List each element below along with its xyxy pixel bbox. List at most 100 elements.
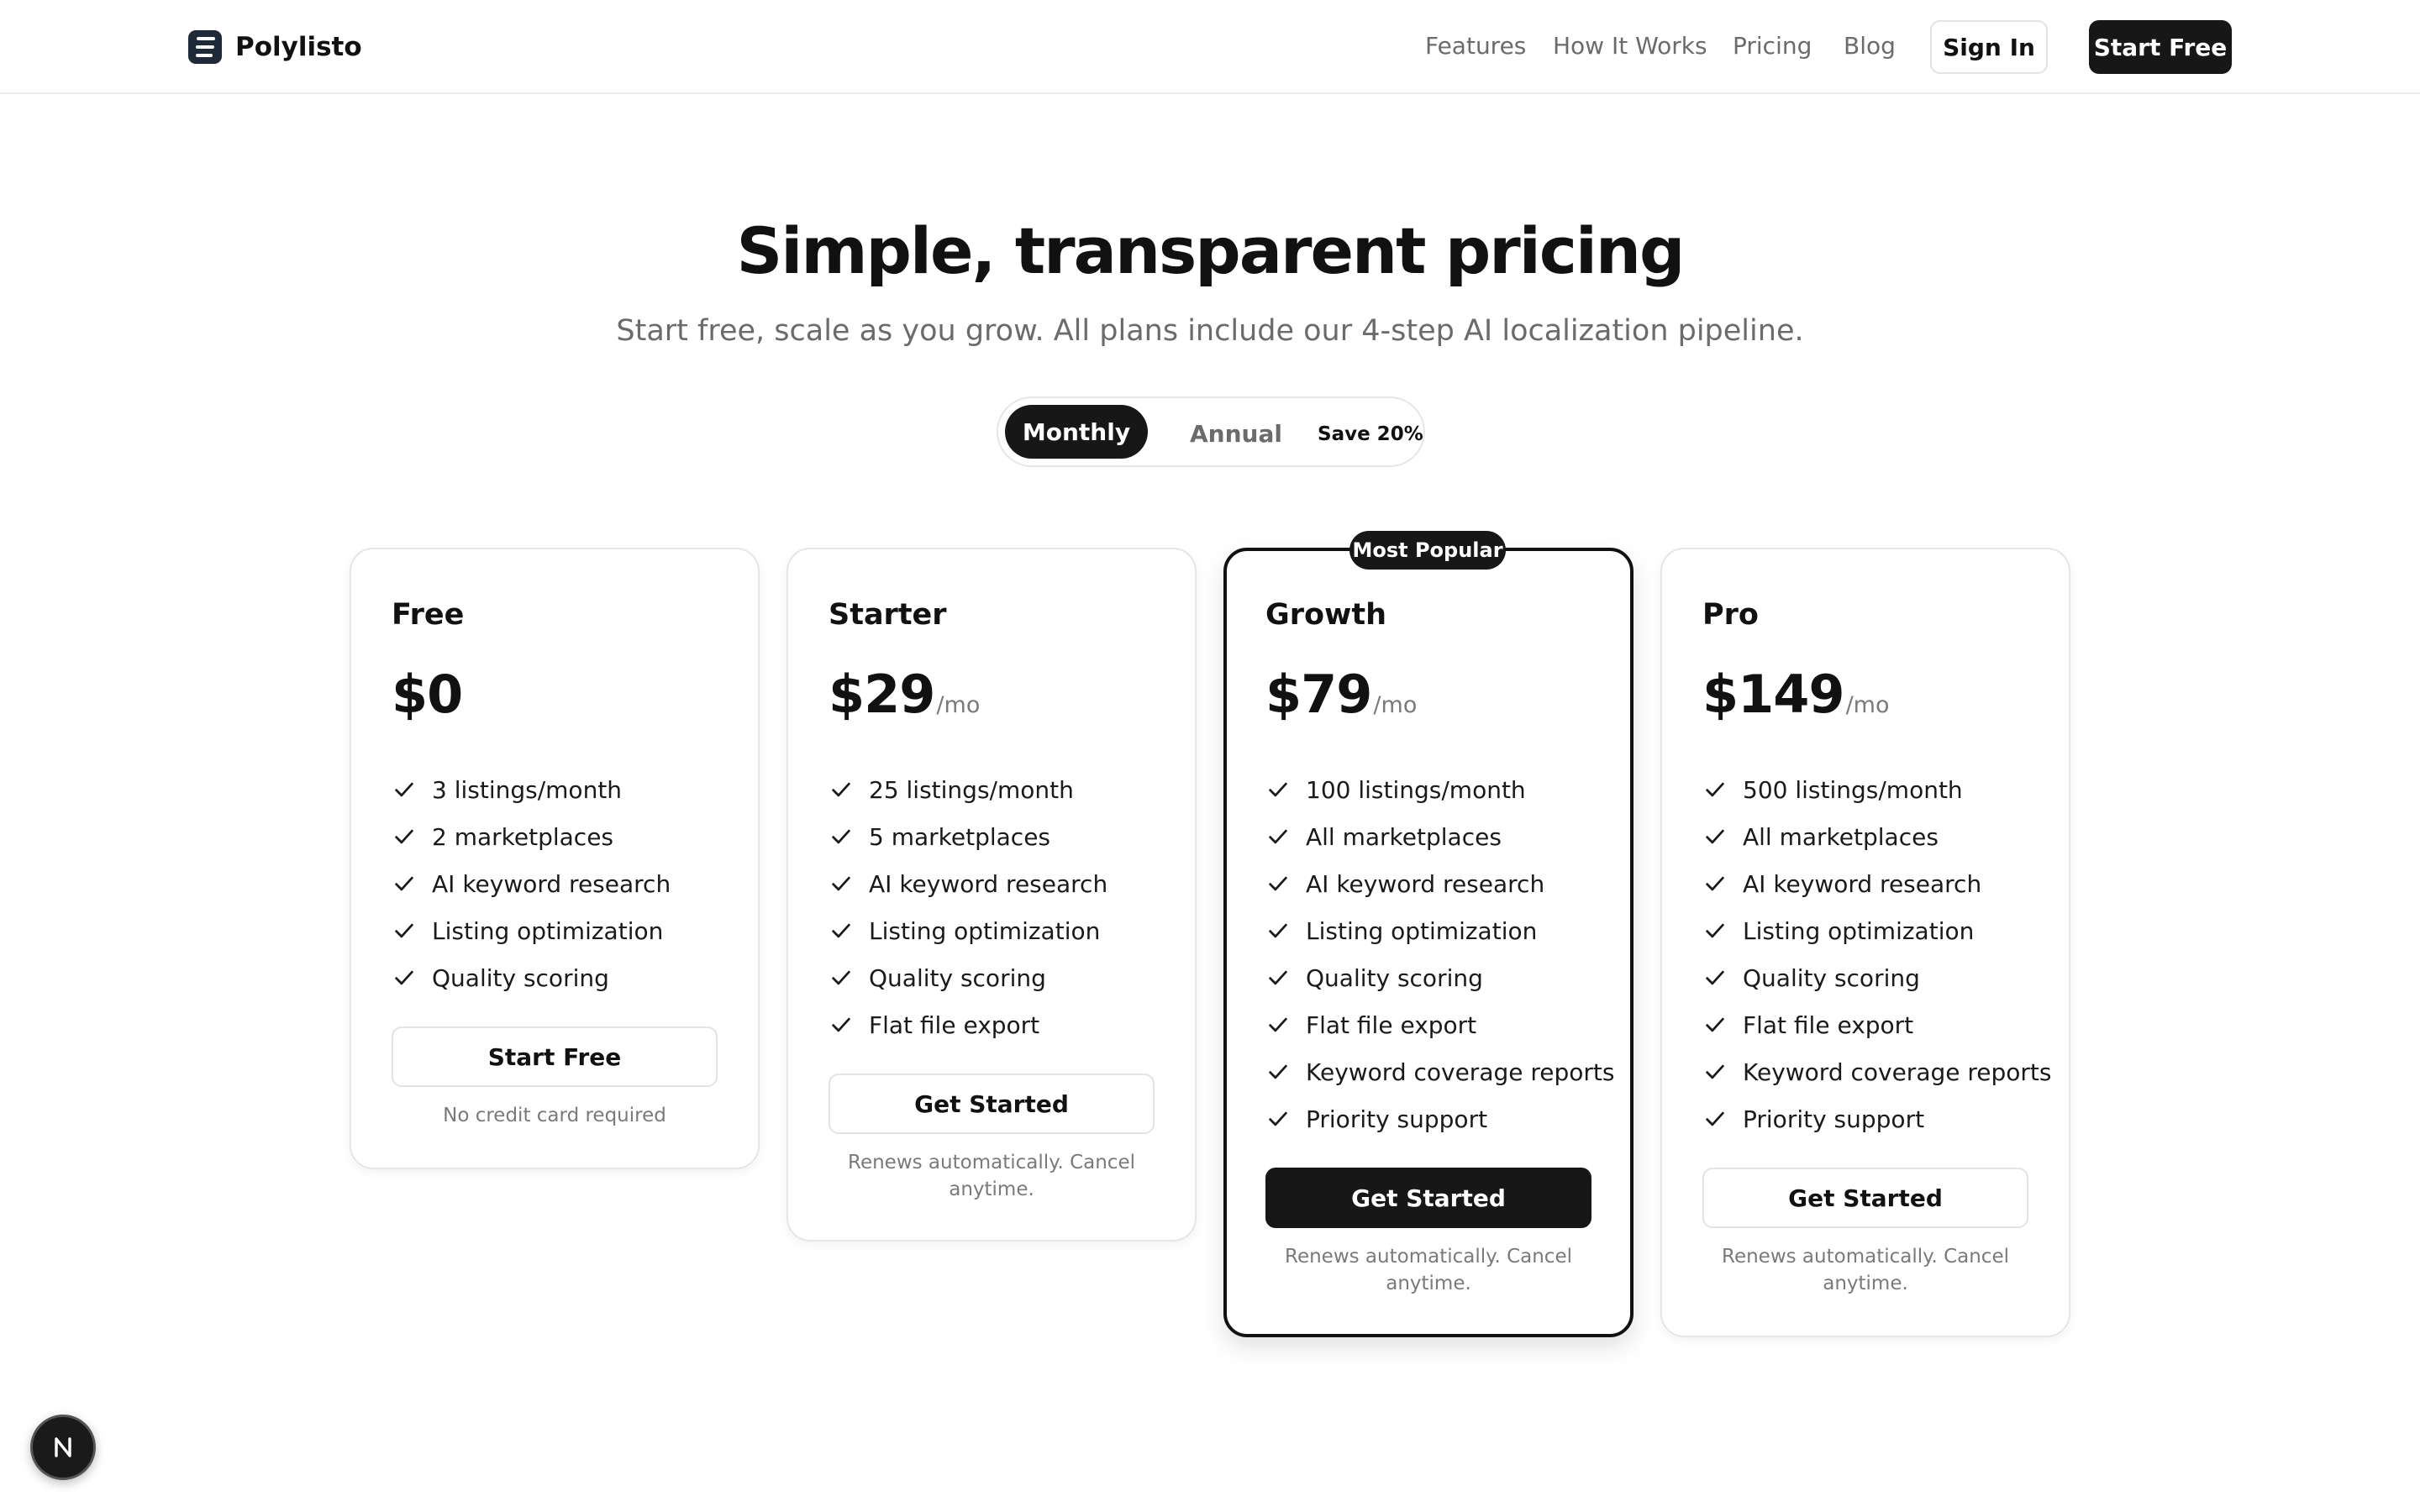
plan-price: $79 bbox=[1265, 664, 1372, 725]
brand-name: Polylisto bbox=[235, 32, 362, 62]
plan-note: No credit card required bbox=[443, 1105, 666, 1126]
check-icon bbox=[392, 822, 420, 851]
price-row: $0 bbox=[392, 664, 464, 725]
get-started-button[interactable]: Get Started bbox=[829, 1074, 1155, 1134]
feature-item: Flat file export bbox=[829, 1001, 1107, 1048]
feature-text: 2 marketplaces bbox=[432, 822, 614, 851]
feature-item: 5 marketplaces bbox=[829, 813, 1107, 860]
next-logo-icon[interactable] bbox=[30, 1415, 96, 1480]
feature-item: Flat file export bbox=[1702, 1001, 2052, 1048]
plan-note: Renews automatically. Cancel anytime. bbox=[1722, 1246, 2009, 1294]
feature-item: 100 listings/month bbox=[1265, 766, 1615, 813]
nav-link-features[interactable]: Features bbox=[1425, 32, 1526, 60]
plan-price: $0 bbox=[392, 664, 463, 725]
feature-item: 2 marketplaces bbox=[392, 813, 671, 860]
feature-text: 25 listings/month bbox=[869, 775, 1074, 804]
check-icon bbox=[1702, 869, 1731, 898]
feature-text: Quality scoring bbox=[432, 963, 609, 992]
check-icon bbox=[1265, 1011, 1294, 1039]
plan-period: /mo bbox=[936, 692, 981, 718]
feature-text: Listing optimization bbox=[1306, 916, 1538, 945]
feature-item: Listing optimization bbox=[1265, 907, 1615, 954]
check-icon bbox=[392, 963, 420, 992]
plan-period: /mo bbox=[1373, 692, 1418, 718]
feature-item: All marketplaces bbox=[1702, 813, 2052, 860]
site-header: Polylisto Features How It Works Pricing … bbox=[0, 0, 2420, 94]
feature-item: Quality scoring bbox=[392, 954, 671, 1001]
check-icon bbox=[392, 869, 420, 898]
start-free-button[interactable]: Start Free bbox=[392, 1026, 718, 1087]
feature-text: Keyword coverage reports bbox=[1743, 1058, 2052, 1086]
feature-list: 100 listings/month All marketplaces AI key… bbox=[1265, 766, 1615, 1142]
check-icon bbox=[1265, 963, 1294, 992]
check-icon bbox=[829, 916, 857, 945]
toggle-annual[interactable]: Annual bbox=[1190, 420, 1282, 448]
sign-in-button[interactable]: Sign In bbox=[1930, 20, 2048, 74]
plan-price: $29 bbox=[829, 664, 935, 725]
check-icon bbox=[392, 916, 420, 945]
feature-item: Quality scoring bbox=[829, 954, 1107, 1001]
feature-text: Quality scoring bbox=[1306, 963, 1483, 992]
plan-card-starter: Starter $29/mo 25 listings/month 5 market… bbox=[786, 548, 1197, 1242]
check-icon bbox=[829, 775, 857, 804]
check-icon bbox=[1702, 1105, 1731, 1133]
feature-text: Listing optimization bbox=[869, 916, 1101, 945]
feature-text: Quality scoring bbox=[869, 963, 1046, 992]
plan-name: Starter bbox=[829, 598, 947, 632]
feature-text: AI keyword research bbox=[1743, 869, 1982, 898]
feature-item: Listing optimization bbox=[829, 907, 1107, 954]
check-icon bbox=[1265, 916, 1294, 945]
check-icon bbox=[829, 1011, 857, 1039]
feature-text: 100 listings/month bbox=[1306, 775, 1526, 804]
feature-text: Keyword coverage reports bbox=[1306, 1058, 1615, 1086]
brand-logo[interactable]: Polylisto bbox=[188, 29, 362, 66]
feature-item: Quality scoring bbox=[1702, 954, 2052, 1001]
plan-price: $149 bbox=[1702, 664, 1845, 725]
page-title: Simple, transparent pricing bbox=[736, 213, 1686, 288]
feature-text: Flat file export bbox=[1743, 1011, 1914, 1039]
plan-name: Free bbox=[392, 598, 465, 632]
feature-text: All marketplaces bbox=[1743, 822, 1939, 851]
check-icon bbox=[1265, 1105, 1294, 1133]
check-icon bbox=[1702, 1058, 1731, 1086]
list-lines-icon bbox=[188, 30, 222, 64]
feature-text: Listing optimization bbox=[1743, 916, 1975, 945]
feature-item: All marketplaces bbox=[1265, 813, 1615, 860]
feature-item: AI keyword research bbox=[829, 860, 1107, 907]
feature-item: Keyword coverage reports bbox=[1702, 1048, 2052, 1095]
feature-list: 25 listings/month 5 marketplaces AI keywor… bbox=[829, 766, 1107, 1048]
check-icon bbox=[1702, 822, 1731, 851]
plan-name: Pro bbox=[1702, 598, 1759, 632]
plan-card-free: Free $0 3 listings/month 2 marketplaces AI… bbox=[350, 548, 760, 1169]
price-row: $149/mo bbox=[1702, 664, 1889, 725]
feature-text: Listing optimization bbox=[432, 916, 664, 945]
toggle-monthly[interactable]: Monthly bbox=[1005, 405, 1148, 459]
plan-note: Renews automatically. Cancel anytime. bbox=[848, 1152, 1135, 1200]
check-icon bbox=[1702, 1011, 1731, 1039]
feature-text: Flat file export bbox=[1306, 1011, 1477, 1039]
page-subtitle: Start free, scale as you grow. All plans… bbox=[616, 314, 1804, 348]
check-icon bbox=[1265, 822, 1294, 851]
nav-link-blog[interactable]: Blog bbox=[1844, 32, 1896, 60]
feature-list: 500 listings/month All marketplaces AI key… bbox=[1702, 766, 2052, 1142]
feature-text: AI keyword research bbox=[1306, 869, 1545, 898]
feature-text: 5 marketplaces bbox=[869, 822, 1051, 851]
plan-card-pro: Pro $149/mo 500 listings/month All market… bbox=[1660, 548, 2070, 1337]
check-icon bbox=[829, 869, 857, 898]
plan-note: Renews automatically. Cancel anytime. bbox=[1285, 1246, 1572, 1294]
feature-item: Listing optimization bbox=[392, 907, 671, 954]
get-started-button[interactable]: Get Started bbox=[1265, 1168, 1591, 1228]
save-badge: Save 20% bbox=[1318, 423, 1423, 445]
feature-item: 500 listings/month bbox=[1702, 766, 2052, 813]
plan-period: /mo bbox=[1845, 692, 1890, 718]
start-free-header-button[interactable]: Start Free bbox=[2089, 20, 2232, 74]
nav-link-pricing[interactable]: Pricing bbox=[1733, 32, 1812, 60]
nav-link-how-it-works[interactable]: How It Works bbox=[1553, 32, 1707, 60]
feature-item: AI keyword research bbox=[1702, 860, 2052, 907]
feature-item: AI keyword research bbox=[1265, 860, 1615, 907]
check-icon bbox=[1702, 963, 1731, 992]
check-icon bbox=[1702, 916, 1731, 945]
feature-item: 3 listings/month bbox=[392, 766, 671, 813]
check-icon bbox=[829, 822, 857, 851]
get-started-button[interactable]: Get Started bbox=[1702, 1168, 2028, 1228]
